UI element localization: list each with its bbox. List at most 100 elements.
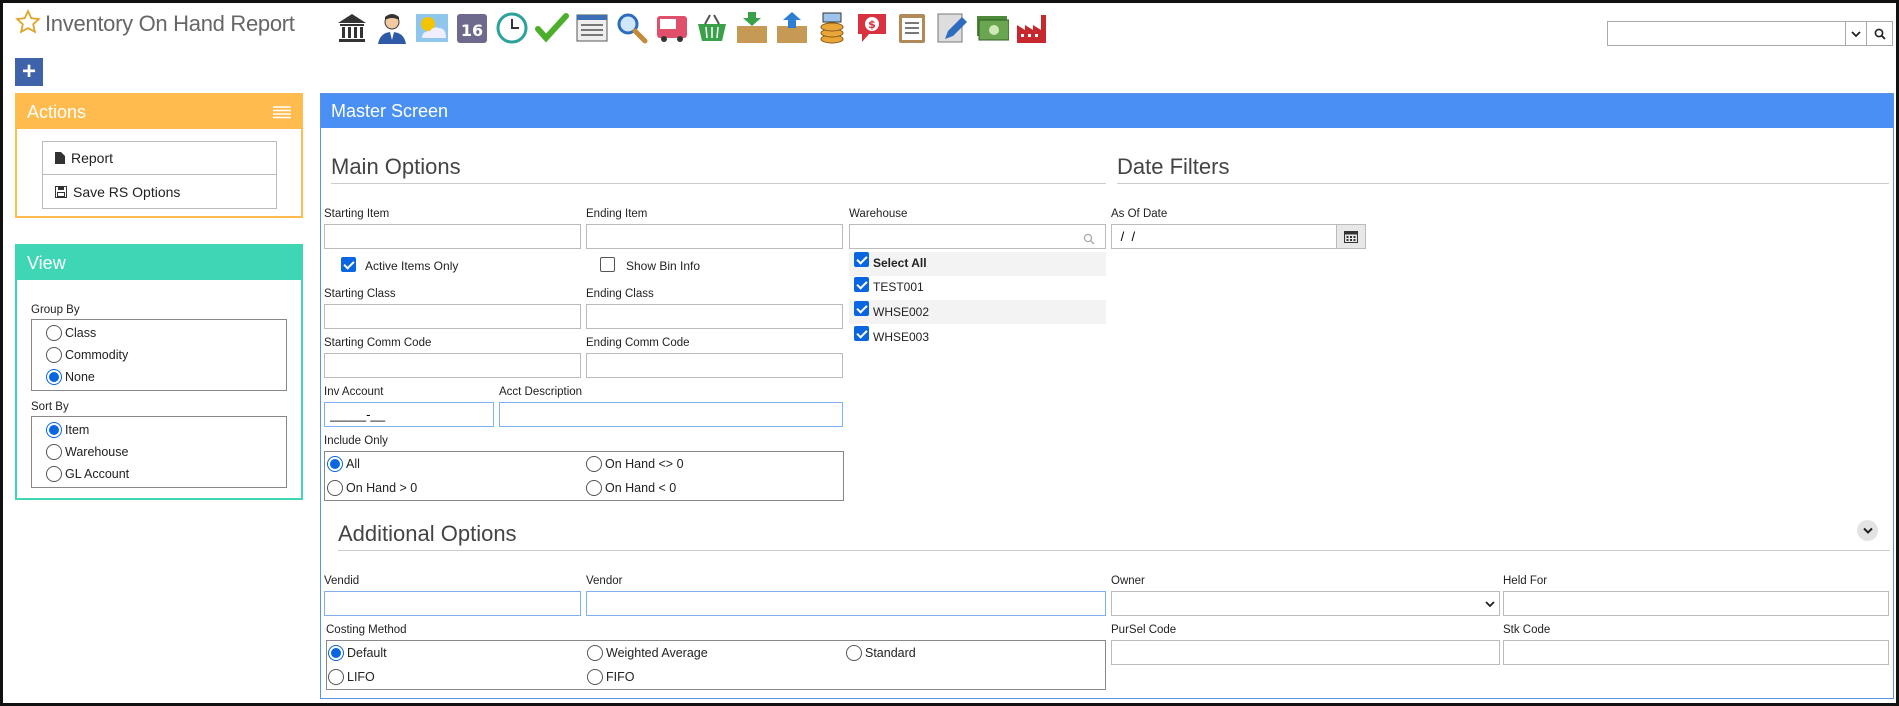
bank-icon[interactable]	[333, 9, 370, 46]
user-icon[interactable]	[373, 9, 410, 46]
clipboard-icon[interactable]	[893, 9, 930, 46]
costing-lifo[interactable]: LIFO	[328, 669, 375, 685]
sort-by-warehouse[interactable]: Warehouse	[46, 441, 272, 463]
calendar-16-icon[interactable]: 16	[453, 9, 490, 46]
pencil-icon[interactable]	[933, 9, 970, 46]
ending-class-input[interactable]	[586, 304, 843, 329]
box-up-icon[interactable]	[773, 9, 810, 46]
warehouse-whse003-checkbox[interactable]	[854, 326, 869, 341]
collapse-chevron-icon[interactable]	[1857, 520, 1878, 541]
group-by-none[interactable]: None	[46, 366, 272, 388]
warehouse-whse002-checkbox[interactable]	[854, 301, 869, 316]
radio-button[interactable]	[328, 669, 344, 685]
radio-button[interactable]	[46, 466, 62, 482]
radio-button[interactable]	[46, 369, 62, 385]
save-rs-options-label: Save RS Options	[73, 183, 181, 200]
owner-select[interactable]	[1111, 591, 1500, 616]
save-icon	[55, 185, 67, 198]
radio-label: All	[346, 457, 360, 471]
costing-weighted-average[interactable]: Weighted Average	[587, 645, 708, 661]
radio-button[interactable]	[587, 669, 603, 685]
checkmark-icon[interactable]	[533, 9, 570, 46]
radio-button[interactable]	[586, 456, 602, 472]
vendor-input[interactable]	[586, 591, 1106, 616]
include-only-on-hand-lt-0[interactable]: On Hand < 0	[586, 480, 676, 496]
report-action[interactable]: Report	[43, 142, 276, 175]
radio-label: Standard	[865, 646, 916, 660]
radio-label: LIFO	[347, 670, 375, 684]
warehouse-whse003-label: WHSE003	[873, 330, 930, 344]
ending-item-input[interactable]	[586, 224, 843, 249]
select-all-label: Select All	[873, 256, 927, 270]
factory-icon[interactable]	[1013, 9, 1050, 46]
search-input[interactable]	[1608, 22, 1845, 45]
radio-button[interactable]	[846, 645, 862, 661]
starting-item-label: Starting Item	[324, 208, 390, 220]
as-of-date-input[interactable]	[1111, 224, 1337, 249]
inv-account-input[interactable]	[324, 402, 494, 427]
radio-label: Warehouse	[65, 445, 129, 459]
costing-standard[interactable]: Standard	[846, 645, 916, 661]
costing-default[interactable]: Default	[328, 645, 387, 661]
chevron-down-icon[interactable]	[1845, 22, 1866, 45]
inv-account-label: Inv Account	[324, 386, 384, 398]
radio-button[interactable]	[46, 347, 62, 363]
actions-panel: Actions Report Save RS Options	[15, 93, 303, 218]
active-items-only-checkbox[interactable]	[341, 257, 356, 272]
weather-icon[interactable]	[413, 9, 450, 46]
radio-button[interactable]	[328, 645, 344, 661]
pursel-code-label: PurSel Code	[1111, 624, 1177, 636]
box-down-icon[interactable]	[733, 9, 770, 46]
coins-icon[interactable]	[813, 9, 850, 46]
radio-button[interactable]	[46, 444, 62, 460]
include-only-on-hand-ne-0[interactable]: On Hand <> 0	[586, 456, 684, 472]
sort-by-gl-account[interactable]: GL Account	[46, 463, 272, 485]
group-by-commodity[interactable]: Commodity	[46, 344, 272, 366]
truck-icon[interactable]	[653, 9, 690, 46]
include-only-all[interactable]: All	[327, 456, 360, 472]
radio-button[interactable]	[327, 480, 343, 496]
ending-comm-code-input[interactable]	[586, 353, 843, 378]
calendar-icon[interactable]	[1336, 224, 1366, 249]
warehouse-search-input[interactable]	[849, 224, 1106, 249]
sort-by-item[interactable]: Item	[46, 419, 272, 441]
radio-button[interactable]	[327, 456, 343, 472]
stk-code-input[interactable]	[1503, 640, 1889, 665]
held-for-input[interactable]	[1503, 591, 1889, 616]
show-bin-info-checkbox[interactable]	[600, 257, 615, 272]
favorite-star-icon[interactable]	[15, 9, 41, 35]
group-by-class[interactable]: Class	[46, 322, 272, 344]
menu-icon[interactable]	[273, 105, 291, 119]
save-rs-options-action[interactable]: Save RS Options	[43, 175, 276, 208]
pursel-code-input[interactable]	[1111, 640, 1500, 665]
search-icon[interactable]	[1866, 22, 1892, 45]
dollar-speech-icon[interactable]: $	[853, 9, 890, 46]
starting-class-input[interactable]	[324, 304, 581, 329]
starting-comm-code-label: Starting Comm Code	[324, 337, 432, 349]
owner-label: Owner	[1111, 575, 1145, 587]
clock-icon[interactable]	[493, 9, 530, 46]
actions-list: Report Save RS Options	[42, 141, 277, 209]
radio-button[interactable]	[587, 645, 603, 661]
starting-comm-code-input[interactable]	[324, 353, 581, 378]
list-window-icon[interactable]	[573, 9, 610, 46]
cash-icon[interactable]	[973, 9, 1010, 46]
vendid-label: Vendid	[324, 575, 360, 587]
costing-fifo[interactable]: FIFO	[587, 669, 634, 685]
radio-button[interactable]	[586, 480, 602, 496]
radio-button[interactable]	[46, 325, 62, 341]
include-only-on-hand-gt-0[interactable]: On Hand > 0	[327, 480, 417, 496]
stk-code-label: Stk Code	[1503, 624, 1551, 636]
starting-item-input[interactable]	[324, 224, 581, 249]
group-by-label: Group By	[31, 304, 80, 316]
radio-button[interactable]	[46, 422, 62, 438]
select-all-checkbox[interactable]	[854, 252, 869, 267]
acct-description-input[interactable]	[499, 402, 843, 427]
ending-comm-code-label: Ending Comm Code	[586, 337, 690, 349]
magnifier-icon[interactable]	[613, 9, 650, 46]
view-panel: View Group By Class Commodity None Sort …	[15, 244, 303, 500]
warehouse-test001-checkbox[interactable]	[854, 277, 869, 292]
basket-icon[interactable]	[693, 9, 730, 46]
vendid-input[interactable]	[324, 591, 581, 616]
add-button[interactable]: +	[15, 58, 43, 86]
